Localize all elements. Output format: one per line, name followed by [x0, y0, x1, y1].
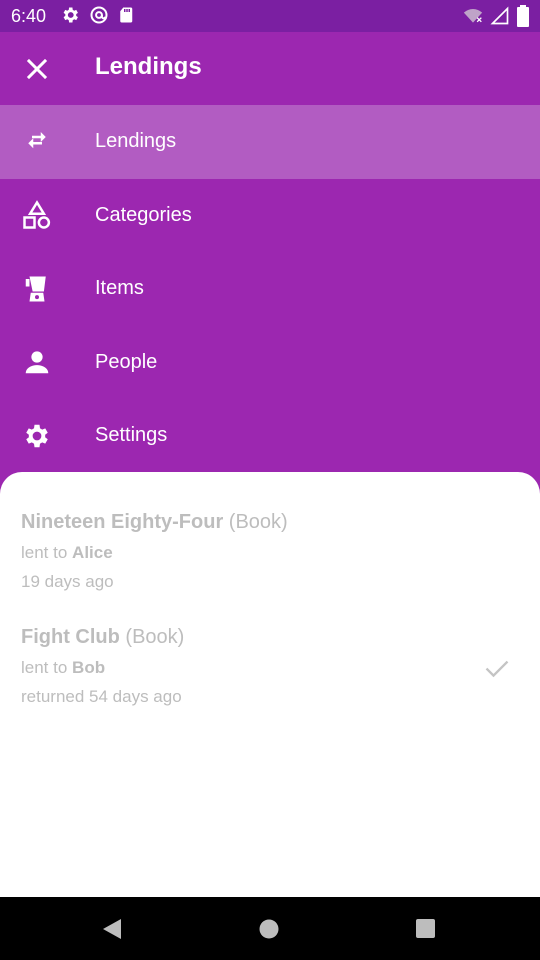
item-category: (Book) — [125, 626, 185, 648]
item-category: (Book) — [228, 511, 288, 533]
check-icon — [485, 660, 509, 678]
item-name: Fight Club — [21, 626, 120, 648]
menu-item-items[interactable]: Items — [0, 252, 540, 326]
menu-item-categories[interactable]: Categories — [0, 179, 540, 253]
menu-item-label: Items — [95, 277, 144, 300]
close-button[interactable] — [18, 50, 56, 88]
home-icon[interactable] — [259, 919, 279, 939]
lending-time: 19 days ago — [21, 572, 114, 591]
close-icon — [26, 58, 48, 80]
lendings-sheet: Nineteen Eighty-Four (Book) lent to Alic… — [0, 472, 540, 897]
at-icon — [90, 6, 108, 24]
status-time: 6:40 — [11, 6, 47, 26]
wifi-icon — [463, 9, 483, 23]
swap-arrows-icon — [22, 127, 52, 157]
back-icon[interactable] — [101, 918, 123, 940]
menu-item-lendings[interactable]: Lendings — [0, 105, 540, 179]
list-item[interactable]: Nineteen Eighty-Four (Book) lent to Alic… — [21, 509, 521, 593]
item-name: Nineteen Eighty-Four — [21, 511, 224, 533]
gear-icon — [63, 7, 78, 23]
recents-icon[interactable] — [416, 919, 435, 938]
sdcard-icon — [120, 7, 133, 23]
navigation-menu: Lendings Categories Items People Setting… — [0, 105, 540, 473]
person-name: Bob — [72, 658, 106, 677]
lent-to-label: lent to — [21, 658, 68, 677]
system-nav-bar — [0, 897, 540, 960]
blender-icon — [22, 274, 52, 304]
menu-item-label: Settings — [95, 424, 168, 447]
person-name: Alice — [72, 543, 113, 562]
menu-item-people[interactable]: People — [0, 326, 540, 400]
person-icon — [22, 347, 52, 377]
status-bar: 6:40 — [0, 0, 540, 32]
page-title: Lendings — [95, 53, 202, 80]
menu-item-label: Categories — [95, 203, 192, 226]
app-bar: Lendings — [0, 32, 540, 105]
list-item[interactable]: Fight Club (Book) lent to Bob returned 5… — [21, 624, 521, 708]
lending-time: returned 54 days ago — [21, 687, 182, 706]
battery-icon — [517, 5, 529, 27]
signal-icon — [490, 6, 509, 25]
menu-item-label: Lendings — [95, 130, 177, 153]
menu-item-settings[interactable]: Settings — [0, 399, 540, 473]
menu-item-label: People — [95, 350, 158, 373]
lent-to-label: lent to — [21, 543, 68, 562]
shapes-icon — [22, 200, 52, 230]
gear-icon — [22, 421, 52, 451]
